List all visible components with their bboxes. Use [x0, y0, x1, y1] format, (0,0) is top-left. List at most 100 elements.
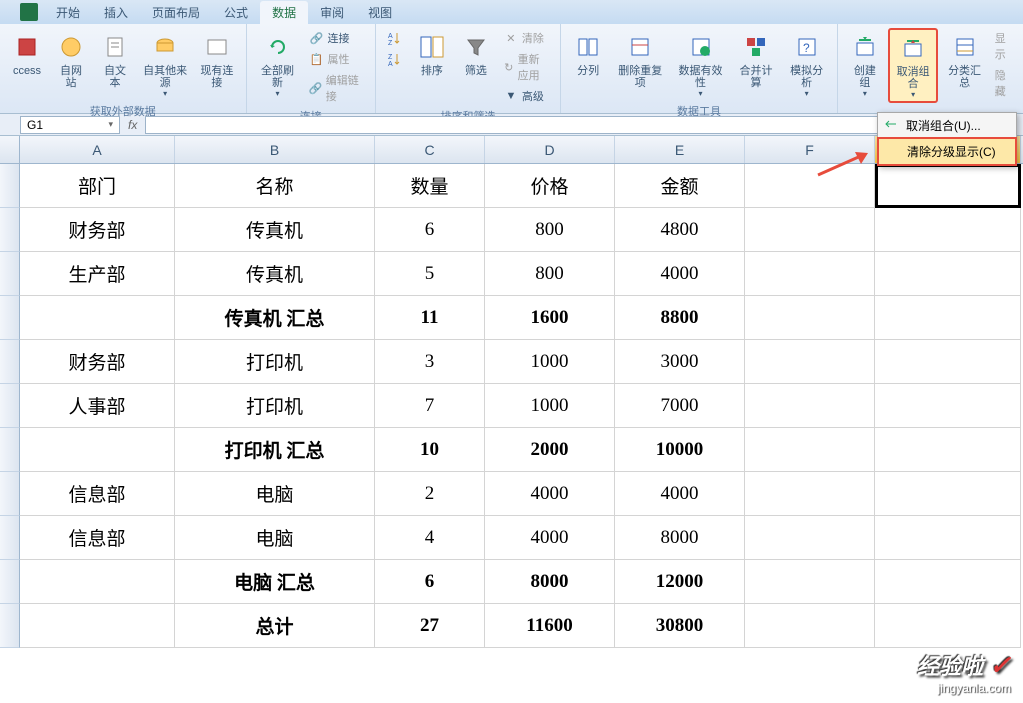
reapply-link[interactable]: ↻重新应用: [499, 49, 554, 85]
sort-asc-button[interactable]: AZ: [382, 28, 409, 48]
cell[interactable]: [20, 428, 175, 472]
cell[interactable]: 4000: [485, 472, 615, 516]
cell[interactable]: 4: [375, 516, 485, 560]
cell[interactable]: 打印机: [175, 340, 375, 384]
cell[interactable]: 11600: [485, 604, 615, 648]
cell[interactable]: [875, 296, 1021, 340]
cell[interactable]: 7: [375, 384, 485, 428]
cell[interactable]: 4800: [615, 208, 745, 252]
cell[interactable]: [875, 560, 1021, 604]
tab-formula[interactable]: 公式: [212, 1, 260, 24]
cell[interactable]: [20, 604, 175, 648]
text-to-columns-button[interactable]: 分列: [567, 28, 609, 80]
cell[interactable]: 2000: [485, 428, 615, 472]
cell[interactable]: [745, 516, 875, 560]
tab-layout[interactable]: 页面布局: [140, 1, 212, 24]
cell[interactable]: [745, 252, 875, 296]
remove-duplicates-button[interactable]: 删除重复项: [611, 28, 669, 92]
cell[interactable]: [875, 472, 1021, 516]
cell[interactable]: [745, 208, 875, 252]
sort-desc-button[interactable]: ZA: [382, 49, 409, 69]
from-access-button[interactable]: ccess: [6, 28, 48, 80]
what-if-button[interactable]: ? 模拟分析 ▾: [782, 28, 831, 101]
cell[interactable]: 1600: [485, 296, 615, 340]
cell[interactable]: [745, 472, 875, 516]
consolidate-button[interactable]: 合并计算: [732, 28, 781, 92]
row-header[interactable]: [0, 164, 20, 208]
cell[interactable]: 800: [485, 208, 615, 252]
cell[interactable]: 部门: [20, 164, 175, 208]
cell[interactable]: 电脑: [175, 472, 375, 516]
filter-button[interactable]: 筛选: [455, 28, 497, 80]
cell[interactable]: 打印机: [175, 384, 375, 428]
cell[interactable]: 27: [375, 604, 485, 648]
cell[interactable]: 4000: [485, 516, 615, 560]
cell[interactable]: 8000: [615, 516, 745, 560]
tab-insert[interactable]: 插入: [92, 1, 140, 24]
cell[interactable]: 财务部: [20, 340, 175, 384]
row-header[interactable]: [0, 384, 20, 428]
cell[interactable]: 11: [375, 296, 485, 340]
cell[interactable]: 4000: [615, 252, 745, 296]
selected-cell[interactable]: [875, 164, 1021, 208]
cell[interactable]: [745, 296, 875, 340]
cell[interactable]: 1000: [485, 340, 615, 384]
row-header[interactable]: [0, 560, 20, 604]
cell[interactable]: 财务部: [20, 208, 175, 252]
cell[interactable]: [875, 384, 1021, 428]
ungroup-menu-item[interactable]: 取消组合(U)...: [878, 113, 1016, 138]
cell[interactable]: 电脑 汇总: [175, 560, 375, 604]
row-header[interactable]: [0, 516, 20, 560]
advanced-link[interactable]: ▼高级: [499, 86, 554, 106]
from-other-button[interactable]: 自其他来源 ▾: [138, 28, 192, 101]
row-header[interactable]: [0, 296, 20, 340]
group-button[interactable]: 创建组 ▾: [844, 28, 886, 101]
cell[interactable]: [875, 340, 1021, 384]
cell[interactable]: 6: [375, 560, 485, 604]
clear-filter-link[interactable]: ✕清除: [499, 28, 554, 48]
cell[interactable]: 3000: [615, 340, 745, 384]
cell[interactable]: 信息部: [20, 516, 175, 560]
from-web-button[interactable]: 自网站: [50, 28, 92, 92]
cell[interactable]: 人事部: [20, 384, 175, 428]
column-header-d[interactable]: D: [485, 136, 615, 163]
cell[interactable]: 生产部: [20, 252, 175, 296]
refresh-all-button[interactable]: 全部刷新 ▾: [253, 28, 303, 101]
cell[interactable]: [745, 164, 875, 208]
select-all-corner[interactable]: [0, 136, 20, 163]
cell[interactable]: 800: [485, 252, 615, 296]
cell[interactable]: [745, 384, 875, 428]
column-header-e[interactable]: E: [615, 136, 745, 163]
subtotal-button[interactable]: 分类汇总: [940, 28, 988, 92]
cell[interactable]: [745, 560, 875, 604]
cell[interactable]: [875, 516, 1021, 560]
cell[interactable]: 信息部: [20, 472, 175, 516]
cell[interactable]: [745, 604, 875, 648]
cell[interactable]: 名称: [175, 164, 375, 208]
cell[interactable]: 10000: [615, 428, 745, 472]
column-header-b[interactable]: B: [175, 136, 375, 163]
column-header-f[interactable]: F: [745, 136, 875, 163]
fx-label[interactable]: fx: [128, 118, 137, 132]
row-header[interactable]: [0, 604, 20, 648]
cell[interactable]: [875, 428, 1021, 472]
cell[interactable]: 1000: [485, 384, 615, 428]
cell[interactable]: [20, 560, 175, 604]
cell[interactable]: [875, 208, 1021, 252]
cell[interactable]: 传真机 汇总: [175, 296, 375, 340]
name-box[interactable]: G1 ▾: [20, 116, 120, 134]
row-header[interactable]: [0, 208, 20, 252]
sort-button[interactable]: 排序: [411, 28, 453, 80]
cell[interactable]: 30800: [615, 604, 745, 648]
column-header-c[interactable]: C: [375, 136, 485, 163]
row-header[interactable]: [0, 472, 20, 516]
cell[interactable]: 2: [375, 472, 485, 516]
cell[interactable]: 总计: [175, 604, 375, 648]
hide-detail-link[interactable]: 隐藏: [991, 65, 1017, 101]
cell[interactable]: 6: [375, 208, 485, 252]
properties-link[interactable]: 📋属性: [304, 49, 368, 69]
cell[interactable]: [745, 340, 875, 384]
cell[interactable]: 8000: [485, 560, 615, 604]
ungroup-button[interactable]: 取消组合 ▾: [888, 28, 938, 103]
cell[interactable]: [20, 296, 175, 340]
